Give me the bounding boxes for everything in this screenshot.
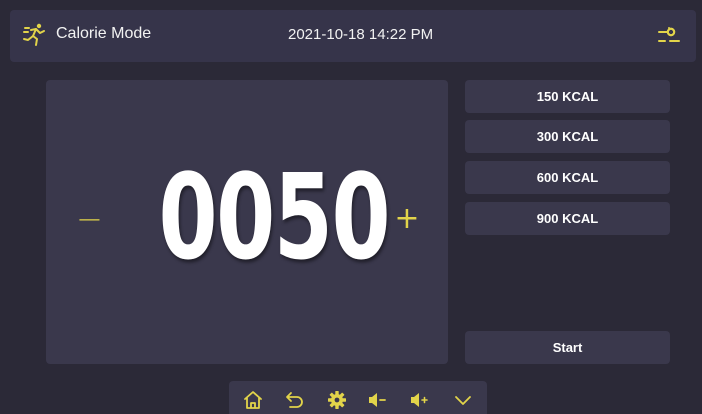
volume-down-icon[interactable] — [367, 390, 387, 410]
volume-up-icon[interactable] — [409, 390, 429, 410]
home-icon[interactable] — [243, 390, 263, 410]
sliders-icon[interactable] — [658, 24, 680, 48]
top-bar: Calorie Mode 2021-10-18 14:22 PM — [10, 10, 696, 62]
back-icon[interactable] — [285, 390, 305, 410]
preset-button-150[interactable]: 150 KCAL — [465, 80, 670, 113]
start-button[interactable]: Start — [465, 331, 670, 364]
preset-button-600[interactable]: 600 KCAL — [465, 161, 670, 194]
target-value: 0050 — [158, 148, 390, 286]
chevron-down-icon[interactable] — [453, 390, 473, 410]
gear-icon[interactable] — [327, 390, 347, 410]
increase-button[interactable]: + — [394, 204, 420, 234]
datetime-display: 2021-10-18 14:22 PM — [288, 26, 434, 43]
preset-button-900[interactable]: 900 KCAL — [465, 202, 670, 235]
decrease-button[interactable]: − — [76, 203, 103, 235]
running-person-icon — [23, 23, 45, 46]
bottom-nav-bar — [229, 381, 487, 414]
mode-title: Calorie Mode — [56, 25, 152, 42]
preset-button-300[interactable]: 300 KCAL — [465, 120, 670, 153]
